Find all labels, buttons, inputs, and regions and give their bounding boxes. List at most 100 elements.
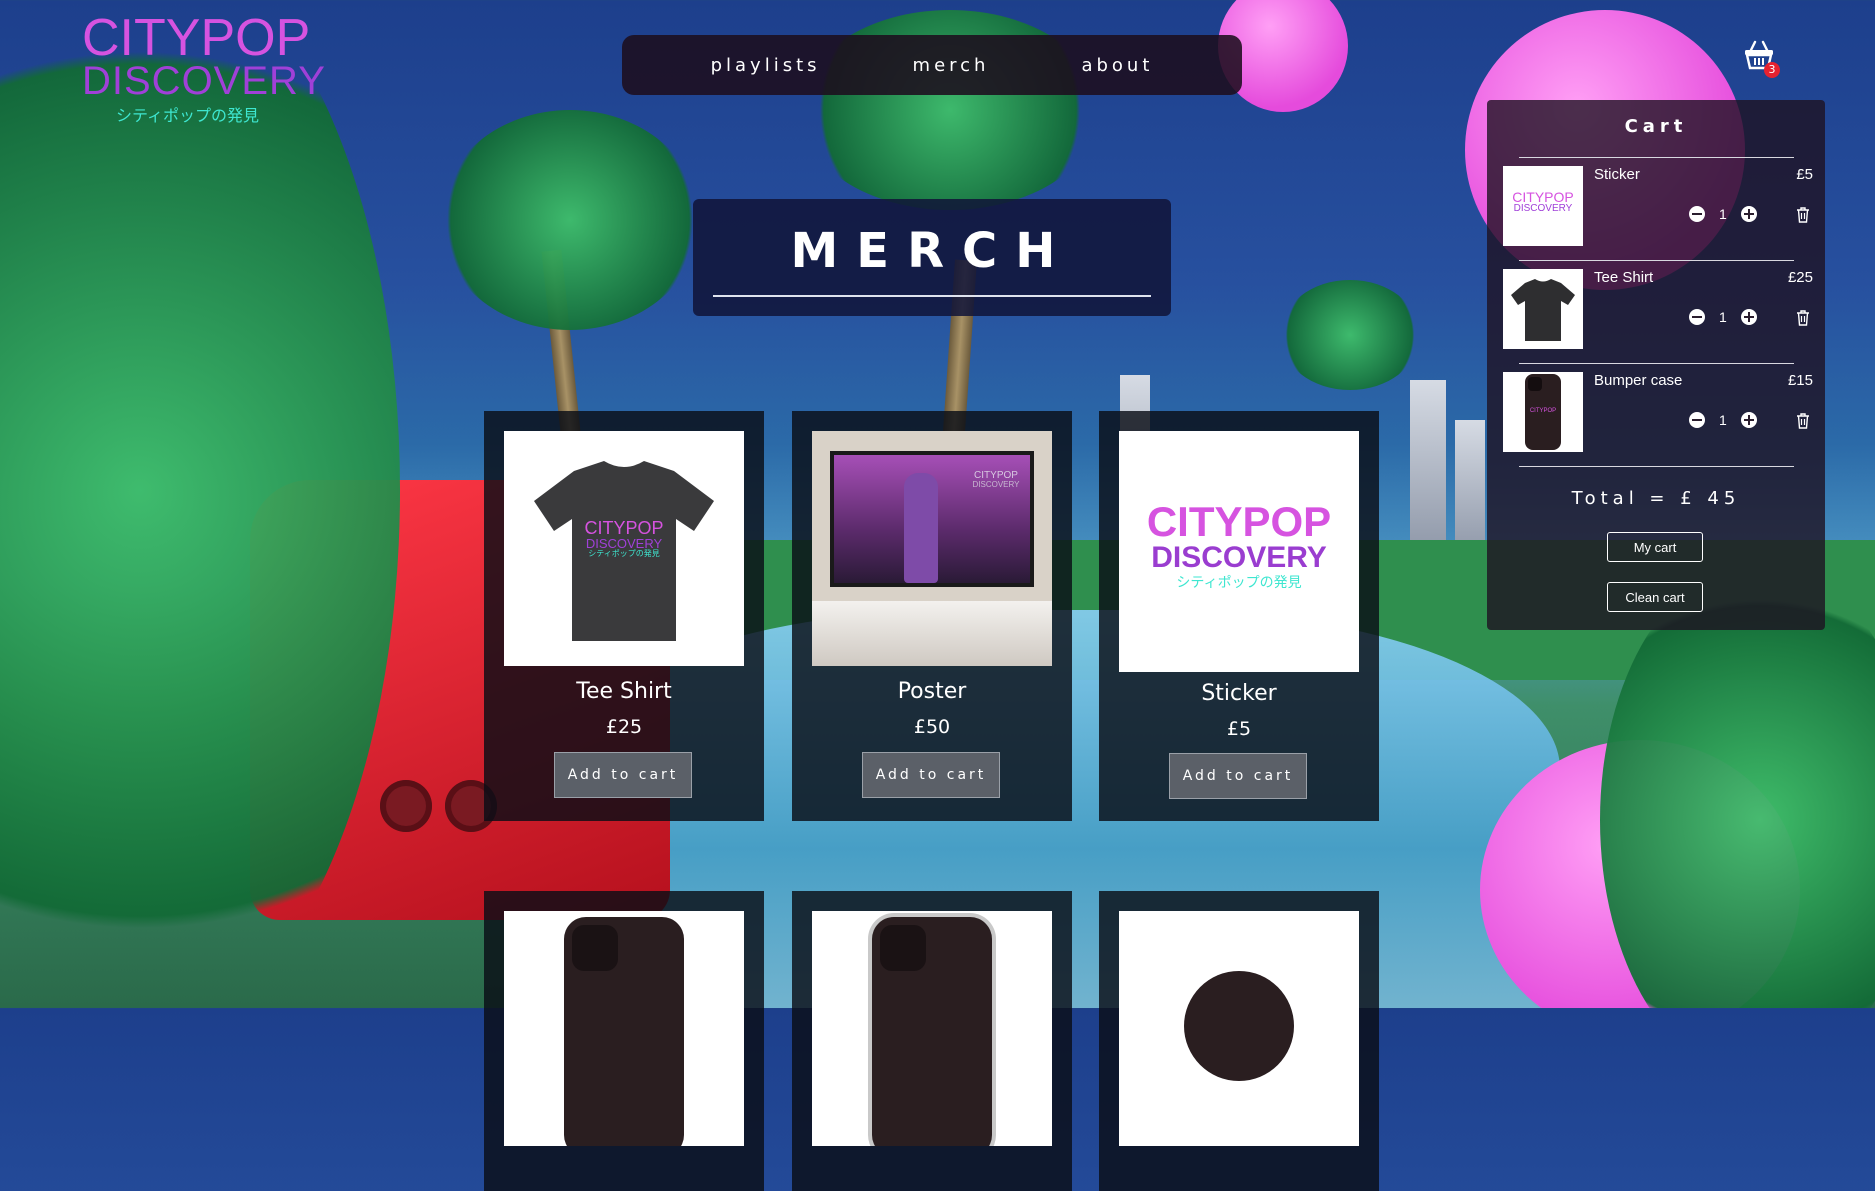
product-card-poster: CITYPOP DISCOVERY Poster £50 Add to cart [792,411,1072,821]
product-name: Poster [897,679,967,704]
cart-count-badge: 3 [1764,62,1780,78]
cart-item-thumb: CITYPOP DISCOVERY [1503,166,1583,246]
building [1410,380,1446,560]
divider [1519,260,1794,261]
logo-line-1: CITYPOP [82,9,311,67]
phone-case-image [872,917,992,1146]
quantity-value: 1 [1719,206,1727,222]
cart-item-name: Tee Shirt [1594,269,1654,286]
cart-item-price: £25 [1787,269,1813,286]
product-price: £5 [1226,718,1252,740]
building [1455,420,1485,560]
nav-link-playlists[interactable]: playlists [711,55,821,76]
camera-module [1528,377,1542,391]
product-card-badge [1099,891,1379,1191]
page-title: MERCH [790,223,1074,279]
title-underline [713,295,1151,297]
product-card-sticker: CITYPOP DISCOVERY シティポップの発見 Sticker £5 A… [1099,411,1379,821]
divider [1519,363,1794,364]
poster-print: CITYPOP DISCOVERY [966,471,1026,489]
quantity-stepper: 1 [1689,206,1757,222]
product-name: Sticker [1201,681,1277,706]
cart-thumb-logo-line-2: DISCOVERY [1513,203,1573,214]
quantity-value: 1 [1719,309,1727,325]
poster-print-line-2: DISCOVERY [972,480,1020,489]
cart-title: Cart [1624,116,1688,137]
my-cart-button[interactable]: My cart [1607,532,1703,562]
sticker-print-line-1: CITYPOP [1146,498,1332,545]
plus-icon[interactable] [1740,309,1757,325]
product-image-case-2[interactable] [812,911,1052,1146]
trash-icon[interactable] [1795,309,1811,327]
cart-thumb-logo-line-1: CITYPOP [1512,189,1574,205]
badge-image [1184,971,1294,1081]
cart-item-name: Sticker [1594,166,1640,183]
add-to-cart-button[interactable]: Add to cart [862,752,1000,798]
plus-icon[interactable] [1740,206,1757,222]
clean-cart-button[interactable]: Clean cart [1607,582,1703,612]
logo-japanese: シティポップの発見 [116,106,260,125]
minus-icon[interactable] [1689,309,1705,325]
phone-case-image [564,917,684,1146]
tee-shirt-thumb [1511,279,1575,341]
cart-item: CITYPOP DISCOVERY Sticker £5 1 [1503,166,1813,250]
quantity-value: 1 [1719,412,1727,428]
add-to-cart-button[interactable]: Add to cart [554,752,692,798]
poster-art: CITYPOP DISCOVERY [834,455,1030,583]
car-tail-light [380,780,432,832]
palm-leaves [440,110,700,330]
camera-module [572,925,618,971]
tee-print: CITYPOP DISCOVERY シティポップの発見 [564,519,684,558]
sticker-print-line-3: シティポップの発見 [1176,574,1302,590]
product-image-bumper-case[interactable] [504,911,744,1146]
cart-total: Total = £ 45 [1571,488,1741,509]
cart-item: CITYPOP Bumper case £15 1 [1503,372,1813,456]
nav-link-about[interactable]: about [1081,55,1153,76]
cart-button[interactable]: 3 [1742,38,1780,78]
product-card-bumper-case [484,891,764,1191]
product-image-badge[interactable] [1119,911,1359,1146]
minus-icon[interactable] [1689,412,1705,428]
minus-icon[interactable] [1689,206,1705,222]
tee-print-line-1: CITYPOP [584,518,664,538]
cart-item-thumb: CITYPOP [1503,372,1583,452]
tee-print-line-3: シティポップの発見 [588,549,660,558]
cart-item: Tee Shirt £25 1 [1503,269,1813,353]
product-card-tee-shirt: CITYPOP DISCOVERY シティポップの発見 Tee Shirt £2… [484,411,764,821]
poster-frame: CITYPOP DISCOVERY [830,451,1034,587]
main-nav: playlists merch about [622,35,1242,95]
plus-icon[interactable] [1740,412,1757,428]
product-image-tee-shirt[interactable]: CITYPOP DISCOVERY シティポップの発見 [504,431,744,666]
cart-item-price: £15 [1787,372,1813,389]
sticker-print: CITYPOP DISCOVERY シティポップの発見 [1129,498,1349,590]
poster-figure [904,473,938,583]
poster-bed [812,601,1052,666]
page-title-box: MERCH [693,199,1171,316]
product-name: Tee Shirt [576,679,672,704]
product-price: £25 [605,716,643,738]
sticker-print-line-2: DISCOVERY [1151,541,1327,574]
trash-icon[interactable] [1795,206,1811,224]
cart-thumb-logo: CITYPOP DISCOVERY [1507,190,1579,214]
phone-case-thumb: CITYPOP [1525,374,1561,450]
product-image-poster[interactable]: CITYPOP DISCOVERY [812,431,1052,666]
cart-item-price: £5 [1796,166,1813,183]
add-to-cart-button[interactable]: Add to cart [1169,753,1307,799]
product-card-case-2 [792,891,1072,1191]
divider [1519,466,1794,467]
cart-panel: Cart CITYPOP DISCOVERY Sticker £5 1 Tee … [1487,100,1825,630]
divider [1519,157,1794,158]
product-image-sticker[interactable]: CITYPOP DISCOVERY シティポップの発見 [1119,431,1359,672]
cart-item-name: Bumper case [1594,372,1683,389]
quantity-stepper: 1 [1689,309,1757,325]
cart-item-thumb [1503,269,1583,349]
quantity-stepper: 1 [1689,412,1757,428]
camera-module [880,925,926,971]
logo-line-2: DISCOVERY [82,59,326,103]
site-logo[interactable]: CITYPOP DISCOVERY シティポップの発見 [82,9,326,126]
case-print: CITYPOP [1529,408,1557,414]
product-price: £50 [913,716,951,738]
trash-icon[interactable] [1795,412,1811,430]
nav-link-merch[interactable]: merch [913,55,990,76]
palm-leaves [1280,280,1420,390]
